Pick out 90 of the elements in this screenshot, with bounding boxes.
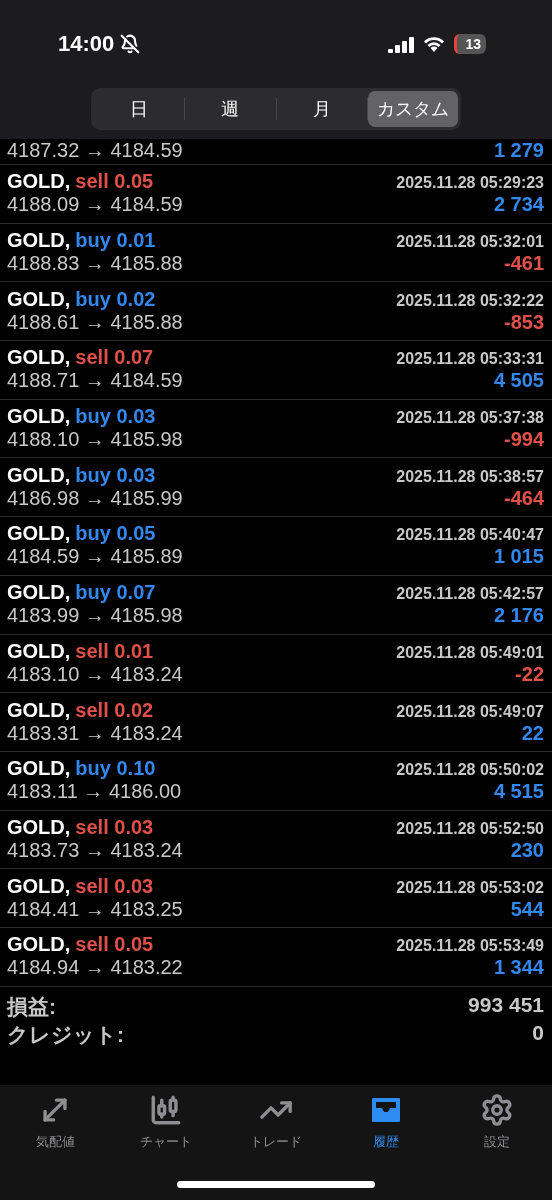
symbol-name: GOLD, (7, 229, 71, 253)
deal-time: 2025.11.28 05:49:07 (396, 702, 544, 721)
order-type: buy 0.07 (75, 581, 156, 605)
settings-icon (479, 1093, 514, 1127)
deal-time: 2025.11.28 05:32:01 (396, 233, 544, 252)
period-tab[interactable]: 日 (94, 91, 185, 127)
wifi-icon (422, 35, 447, 53)
period-tab[interactable]: 週 (185, 91, 276, 127)
total-label: クレジット: (7, 1021, 124, 1048)
tab-bar-item[interactable]: 履歴 (341, 1093, 432, 1151)
order-type: sell 0.05 (75, 170, 154, 194)
deal-time: 2025.11.28 05:52:50 (396, 819, 544, 838)
price-range: 4187.32 → 4184.59 (7, 139, 183, 162)
deal-time: 2025.11.28 05:32:22 (396, 291, 544, 310)
period-tab[interactable]: 月 (276, 91, 367, 127)
deal-time: 2025.11.28 05:49:01 (396, 643, 544, 662)
price-range: 4184.59 → 4185.89 (7, 545, 183, 569)
price-range: 4183.73 → 4183.24 (7, 838, 183, 862)
price-range: 4188.10 → 4185.98 (7, 428, 183, 452)
period-tab[interactable]: カスタム (367, 91, 458, 127)
profit-value: 1 279 (493, 139, 544, 162)
clock-time: 14:00 (58, 31, 115, 57)
profit-value: 2 734 (493, 193, 544, 217)
profit-value: 1 344 (493, 956, 544, 980)
deal-time: 2025.11.28 05:37:38 (396, 409, 544, 428)
price-range: 4188.09 → 4184.59 (7, 193, 183, 217)
price-range: 4188.71 → 4184.59 (7, 369, 183, 393)
deal-time: 2025.11.28 05:33:31 (396, 350, 544, 369)
order-type: sell 0.07 (75, 346, 154, 370)
symbol-name: GOLD, (7, 581, 71, 605)
order-type: sell 0.03 (75, 815, 154, 839)
order-type: buy 0.10 (75, 757, 156, 781)
price-range: 4186.98 → 4185.99 (7, 486, 183, 510)
order-type: buy 0.03 (75, 463, 156, 487)
profit-value: 2 176 (493, 604, 544, 628)
battery-level: 13 (454, 34, 486, 54)
symbol-name: GOLD, (7, 815, 71, 839)
total-value: 0 (532, 1020, 544, 1046)
price-range: 4183.11 → 4186.00 (7, 780, 182, 804)
profit-value: 4 505 (493, 369, 544, 393)
order-type: sell 0.02 (75, 698, 154, 722)
profit-value: -853 (503, 310, 544, 334)
profit-value: 544 (510, 897, 544, 921)
price-range: 4188.83 → 4185.88 (7, 252, 183, 276)
total-label: 損益: (7, 993, 56, 1020)
order-type: buy 0.03 (75, 405, 156, 429)
tab-bar-item[interactable]: 設定 (451, 1093, 542, 1151)
symbol-name: GOLD, (7, 698, 71, 722)
profit-value: -461 (503, 252, 544, 276)
price-range: 4184.94 → 4183.22 (7, 956, 183, 980)
order-type: sell 0.05 (75, 933, 154, 957)
price-range: 4183.31 → 4183.24 (7, 721, 183, 745)
symbol-name: GOLD, (7, 874, 71, 898)
symbol-name: GOLD, (7, 170, 71, 194)
symbol-name: GOLD, (7, 287, 71, 311)
order-type: buy 0.05 (75, 522, 156, 546)
signal-icon (388, 35, 415, 53)
symbol-name: GOLD, (7, 463, 71, 487)
symbol-name: GOLD, (7, 933, 71, 957)
order-type: sell 0.03 (75, 874, 154, 898)
deal-time: 2025.11.28 05:40:47 (396, 526, 544, 545)
profit-value: -464 (503, 486, 544, 510)
deal-time: 2025.11.28 05:29:23 (396, 174, 544, 193)
price-range: 4188.61 → 4185.88 (7, 310, 183, 334)
profit-value: 22 (521, 721, 544, 745)
deal-time: 2025.11.28 05:38:57 (396, 467, 544, 486)
deal-time: 2025.11.28 05:53:49 (396, 937, 544, 956)
profit-value: 4 515 (493, 780, 544, 804)
symbol-name: GOLD, (7, 346, 71, 370)
symbol-name: GOLD, (7, 405, 71, 429)
profit-value: 1 015 (493, 545, 544, 569)
symbol-name: GOLD, (7, 757, 71, 781)
order-type: sell 0.01 (75, 639, 154, 663)
deal-time: 2025.11.28 05:42:57 (396, 585, 544, 604)
profit-value: -22 (515, 662, 544, 686)
price-range: 4183.10 → 4183.24 (7, 662, 183, 686)
order-type: buy 0.01 (75, 229, 156, 253)
price-range: 4183.99 → 4185.98 (7, 604, 183, 628)
symbol-name: GOLD, (7, 639, 71, 663)
deal-time: 2025.11.28 05:53:02 (396, 878, 544, 897)
deal-time: 2025.11.28 05:50:02 (396, 761, 544, 780)
price-range: 4184.41 → 4183.25 (7, 897, 183, 921)
tab-bar-item[interactable]: 気配値 (10, 1093, 101, 1151)
tab-bar-item[interactable]: トレード (230, 1093, 321, 1151)
order-type: buy 0.02 (75, 287, 156, 311)
symbol-name: GOLD, (7, 522, 71, 546)
tab-bar-item[interactable]: チャート (120, 1093, 211, 1151)
total-value: 993 451 (468, 992, 544, 1018)
profit-value: -994 (503, 428, 544, 452)
profit-value: 230 (510, 838, 544, 862)
